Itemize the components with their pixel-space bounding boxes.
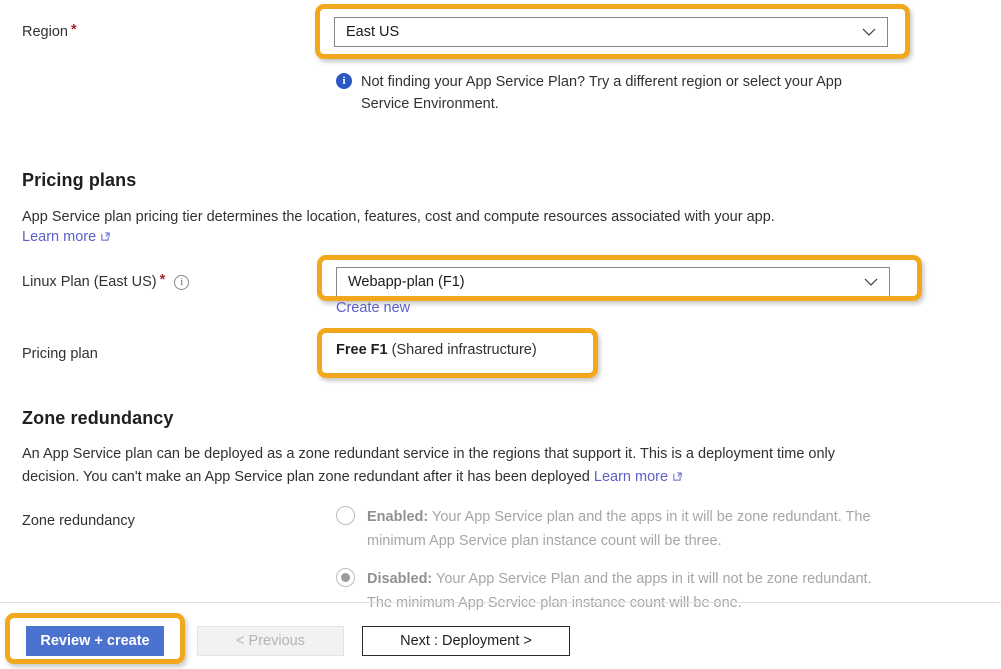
external-link-icon: [672, 471, 683, 482]
zone-redundancy-heading: Zone redundancy: [22, 408, 174, 428]
pricing-plans-learn-more-link[interactable]: Learn more: [22, 229, 111, 245]
next-deployment-button[interactable]: Next : Deployment >: [362, 626, 570, 656]
footer-separator: [0, 602, 1001, 603]
pricing-plans-heading: Pricing plans: [22, 170, 137, 190]
pricing-plans-learn-more-label: Learn more: [22, 229, 97, 245]
region-info-note: i Not finding your App Service Plan? Try…: [336, 71, 881, 115]
zone-redundancy-description-wrap: An App Service plan can be deployed as a…: [22, 443, 882, 489]
radio-title-enabled: Enabled:: [367, 509, 429, 525]
zone-redundancy-learn-more-label: Learn more: [593, 469, 669, 485]
region-label-row: Region *: [22, 22, 77, 42]
region-dropdown-value: East US: [346, 24, 400, 40]
wizard-button-bar: Review + create < Previous Next : Deploy…: [0, 626, 570, 656]
pricing-plan-value: Free F1 (Shared infrastructure): [336, 342, 537, 358]
pricing-plan-label: Pricing plan: [22, 346, 98, 362]
zone-redundancy-description: An App Service plan can be deployed as a…: [22, 446, 836, 485]
pricing-plan-label-row: Pricing plan: [22, 344, 98, 364]
zone-redundancy-radio-group: Enabled: Your App Service plan and the a…: [336, 505, 887, 629]
region-required-asterisk: *: [70, 22, 77, 38]
region-dropdown[interactable]: East US: [334, 17, 888, 47]
zone-redundancy-field-label: Zone redundancy: [22, 513, 135, 529]
region-info-text: Not finding your App Service Plan? Try a…: [361, 74, 842, 112]
pricing-plan-value-tier: Free F1: [336, 342, 388, 358]
pricing-plans-learn-more-wrap: Learn more: [22, 229, 111, 245]
radio-desc-enabled: Your App Service plan and the apps in it…: [367, 509, 871, 549]
radio-option-enabled[interactable]: Enabled: Your App Service plan and the a…: [336, 505, 887, 553]
review-create-button[interactable]: Review + create: [26, 626, 164, 656]
pricing-plans-description: App Service plan pricing tier determines…: [22, 209, 775, 225]
linux-plan-label: Linux Plan (East US): [22, 274, 157, 290]
radio-option-disabled[interactable]: Disabled: Your App Service Plan and the …: [336, 567, 887, 615]
chevron-down-icon: [862, 25, 876, 39]
radio-button-enabled[interactable]: [336, 506, 355, 525]
chevron-down-icon: [864, 275, 878, 289]
previous-button[interactable]: < Previous: [197, 626, 344, 656]
linux-plan-dropdown[interactable]: Webapp-plan (F1): [336, 267, 890, 297]
linux-plan-label-row: Linux Plan (East US) * i: [22, 272, 190, 292]
radio-label-enabled: Enabled: Your App Service plan and the a…: [367, 505, 887, 553]
zone-redundancy-learn-more-link[interactable]: Learn more: [594, 469, 683, 485]
pricing-plan-value-detail: (Shared infrastructure): [391, 342, 537, 358]
create-new-plan-link[interactable]: Create new: [336, 300, 410, 316]
radio-title-disabled: Disabled:: [367, 571, 433, 587]
linux-plan-dropdown-value: Webapp-plan (F1): [348, 274, 465, 290]
external-link-icon: [100, 231, 111, 242]
radio-label-disabled: Disabled: Your App Service Plan and the …: [367, 567, 887, 615]
info-icon: i: [336, 73, 352, 89]
radio-desc-disabled: Your App Service Plan and the apps in it…: [367, 571, 872, 611]
linux-plan-required-asterisk: *: [159, 272, 166, 288]
region-label: Region: [22, 24, 68, 40]
info-circle-icon[interactable]: i: [174, 275, 190, 290]
zone-redundancy-field-label-row: Zone redundancy: [22, 511, 135, 531]
app-service-create-form: Region * East US i Not finding your App …: [0, 0, 1001, 669]
radio-button-disabled[interactable]: [336, 568, 355, 587]
